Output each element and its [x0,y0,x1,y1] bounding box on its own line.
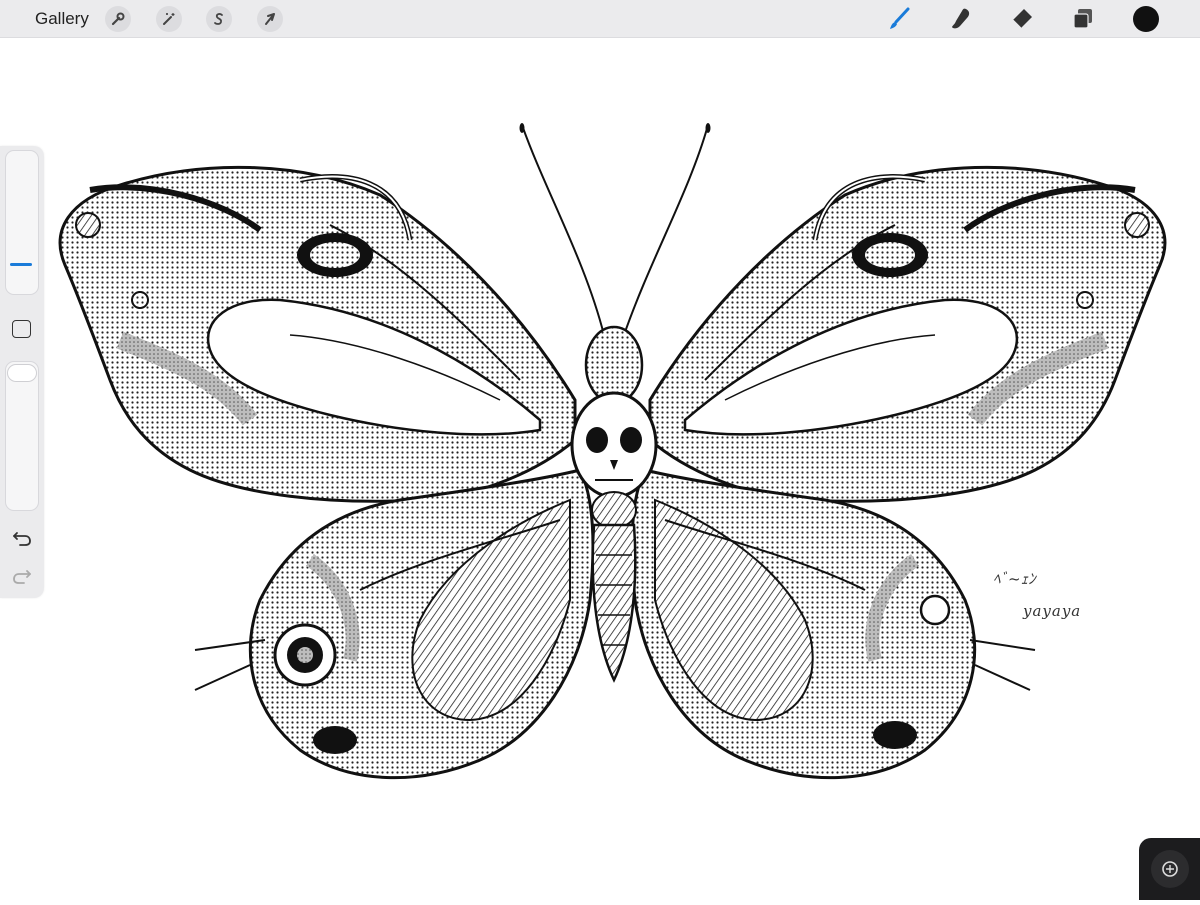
eraser-icon [1012,9,1032,29]
layers-button[interactable] [1069,5,1097,33]
smudge-icon [952,8,970,29]
brush-button[interactable] [885,5,913,33]
color-picker-swatch[interactable] [1133,6,1159,32]
eraser-button[interactable] [1008,5,1036,33]
quickmenu-button[interactable] [1139,838,1200,900]
selection-s-icon [214,13,223,25]
adjustments-button[interactable] [156,6,182,32]
brush-icon [890,7,910,29]
quickshape-icon [1150,850,1189,888]
drawing-canvas[interactable]: ﾍﾞ~ｪﾝ yayaya [0,39,1200,900]
smudge-button[interactable] [947,5,975,33]
selection-button[interactable] [206,6,232,32]
butterfly-artwork [58,123,1167,780]
magic-wand-icon [163,13,175,25]
layers-icon [1073,9,1092,29]
arrow-cursor-icon [265,13,275,25]
artist-signature: ﾍﾞ~ｪﾝ yayaya [993,570,1081,620]
wrench-icon [111,12,125,26]
top-toolbar: Gallery [0,0,1200,38]
gallery-button[interactable]: Gallery [35,9,89,29]
transform-button[interactable] [257,6,283,32]
actions-button[interactable] [105,6,131,32]
signature-line-2: yayaya [1023,602,1082,620]
signature-line-1: ﾍﾞ~ｪﾝ [993,570,1036,588]
